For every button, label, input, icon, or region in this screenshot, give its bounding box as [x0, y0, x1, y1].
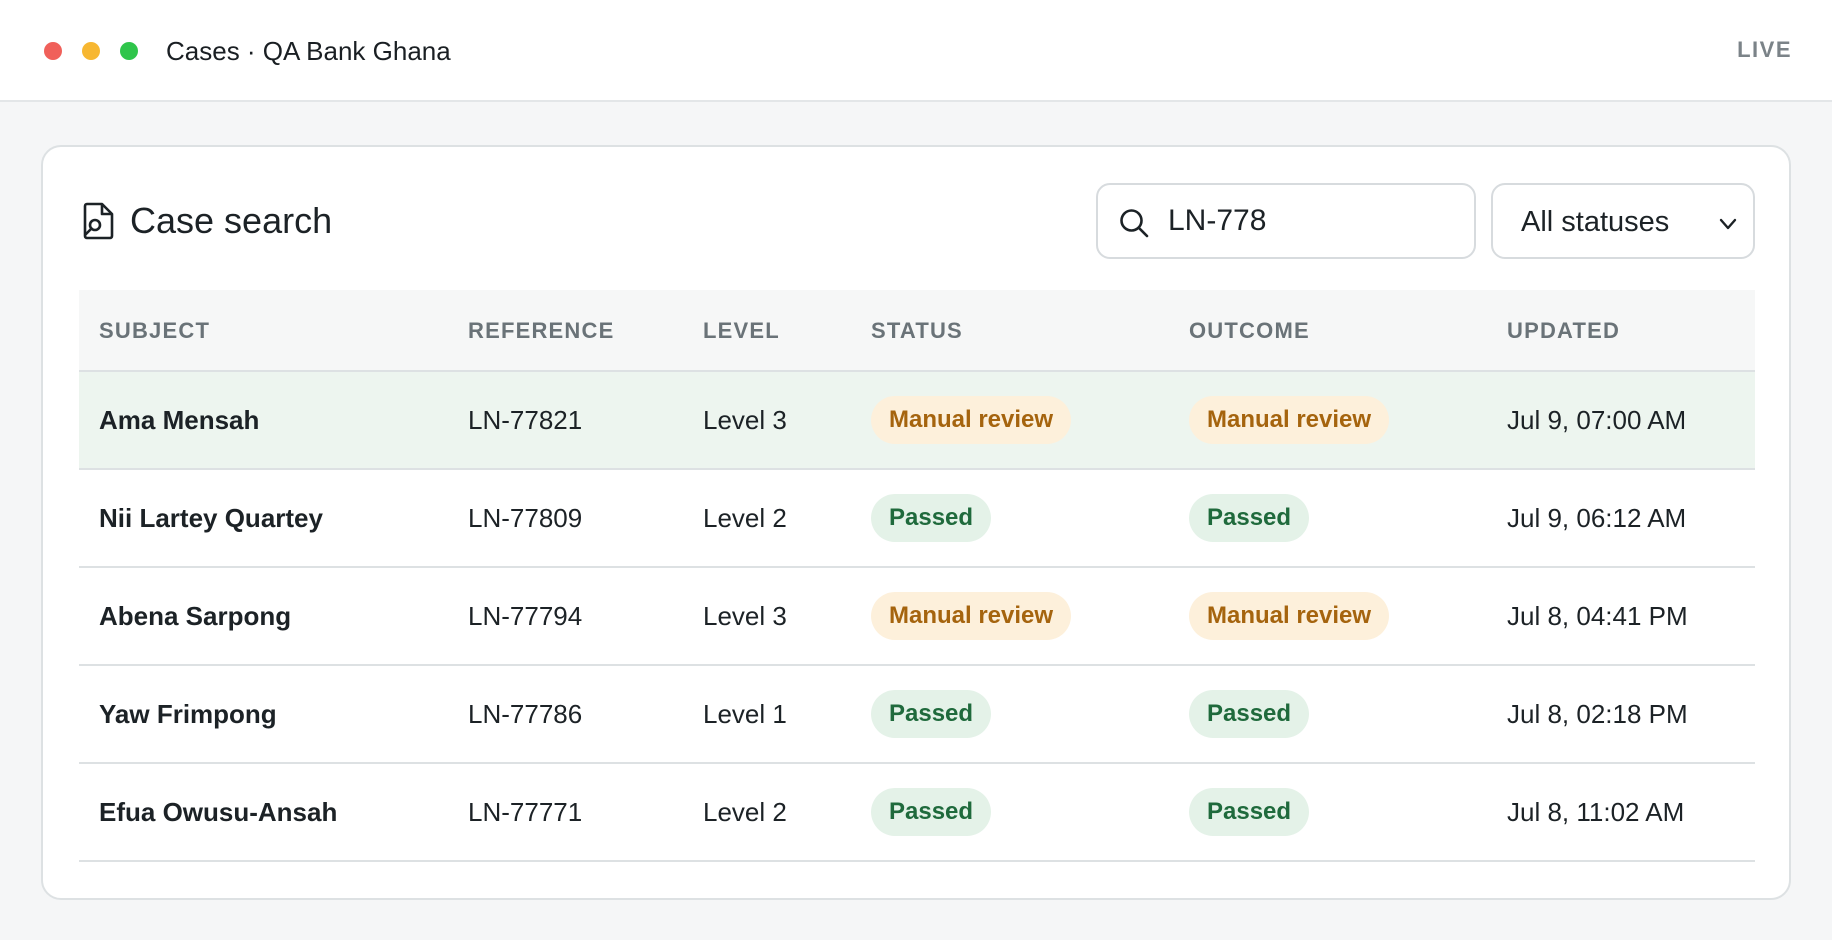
reference-cell: LN-77786: [468, 699, 583, 729]
outcome-badge: Manual review: [1189, 396, 1390, 444]
card-header: Case search All statuses: [43, 147, 1789, 297]
column-header-subject[interactable]: SUBJECT: [99, 317, 210, 345]
status-badge: Manual review: [871, 592, 1072, 640]
subject-cell: Abena Sarpong: [99, 601, 292, 631]
table-row[interactable]: Abena Sarpong LN-77794 Level 3 Manual re…: [79, 568, 1755, 666]
subject-cell: Yaw Frimpong: [99, 699, 277, 729]
status-badge: Passed: [871, 690, 992, 738]
table-row[interactable]: Yaw Frimpong LN-77786 Level 1 Passed Pas…: [79, 666, 1755, 764]
search-input[interactable]: [1168, 197, 1458, 245]
outcome-badge: Passed: [1189, 788, 1310, 836]
search-icon: [1120, 209, 1149, 238]
reference-cell: LN-77809: [468, 503, 583, 533]
card-title: Case search: [130, 200, 333, 241]
outcome-badge: Passed: [1189, 690, 1310, 738]
updated-cell: Jul 8, 02:18 PM: [1507, 699, 1688, 729]
updated-cell: Jul 8, 04:41 PM: [1507, 601, 1688, 631]
reference-cell: LN-77771: [468, 797, 583, 827]
column-header-outcome[interactable]: OUTCOME: [1189, 317, 1310, 345]
status-badge: Passed: [871, 788, 992, 836]
case-search-card: Case search All statuses SUBJECT REFEREN…: [41, 145, 1791, 900]
status-badge: Passed: [871, 494, 992, 542]
subject-cell: Nii Lartey Quartey: [99, 503, 323, 533]
level-cell: Level 2: [703, 503, 787, 533]
search-box[interactable]: [1096, 183, 1476, 259]
reference-cell: LN-77821: [468, 405, 583, 435]
outcome-badge: Passed: [1189, 494, 1310, 542]
updated-cell: Jul 9, 07:00 AM: [1507, 405, 1687, 435]
level-cell: Level 2: [703, 797, 787, 827]
outcome-badge: Manual review: [1189, 592, 1390, 640]
table-row[interactable]: Nii Lartey Quartey LN-77809 Level 2 Pass…: [79, 470, 1755, 568]
chevron-down-icon: [1719, 218, 1737, 230]
window-titlebar: Cases · QA Bank Ghana LIVE: [0, 0, 1832, 102]
subject-cell: Efua Owusu-Ansah: [99, 797, 338, 827]
updated-cell: Jul 8, 11:02 AM: [1507, 797, 1685, 827]
maximize-window-button[interactable]: [120, 42, 138, 60]
table-header: SUBJECT REFERENCE LEVEL STATUS OUTCOME U…: [79, 290, 1755, 372]
level-cell: Level 3: [703, 405, 787, 435]
table-row[interactable]: Efua Owusu-Ansah LN-77771 Level 2 Passed…: [79, 764, 1755, 862]
table-row[interactable]: Ama Mensah LN-77821 Level 3 Manual revie…: [79, 372, 1755, 470]
live-indicator: LIVE: [1737, 37, 1792, 62]
minimize-window-button[interactable]: [82, 42, 100, 60]
window-title: Cases · QA Bank Ghana: [166, 36, 451, 66]
status-filter-value: All statuses: [1521, 206, 1670, 238]
status-filter-select[interactable]: All statuses: [1491, 183, 1755, 259]
column-header-updated[interactable]: UPDATED: [1507, 317, 1620, 345]
level-cell: Level 1: [703, 699, 787, 729]
column-header-reference[interactable]: REFERENCE: [468, 317, 615, 345]
updated-cell: Jul 9, 06:12 AM: [1507, 503, 1687, 533]
column-header-level[interactable]: LEVEL: [703, 317, 780, 345]
cases-table: SUBJECT REFERENCE LEVEL STATUS OUTCOME U…: [79, 290, 1755, 862]
document-search-icon: [83, 202, 114, 240]
close-window-button[interactable]: [44, 42, 62, 60]
subject-cell: Ama Mensah: [99, 405, 260, 435]
level-cell: Level 3: [703, 601, 787, 631]
status-badge: Manual review: [871, 396, 1072, 444]
column-header-status[interactable]: STATUS: [871, 317, 963, 345]
reference-cell: LN-77794: [468, 601, 583, 631]
